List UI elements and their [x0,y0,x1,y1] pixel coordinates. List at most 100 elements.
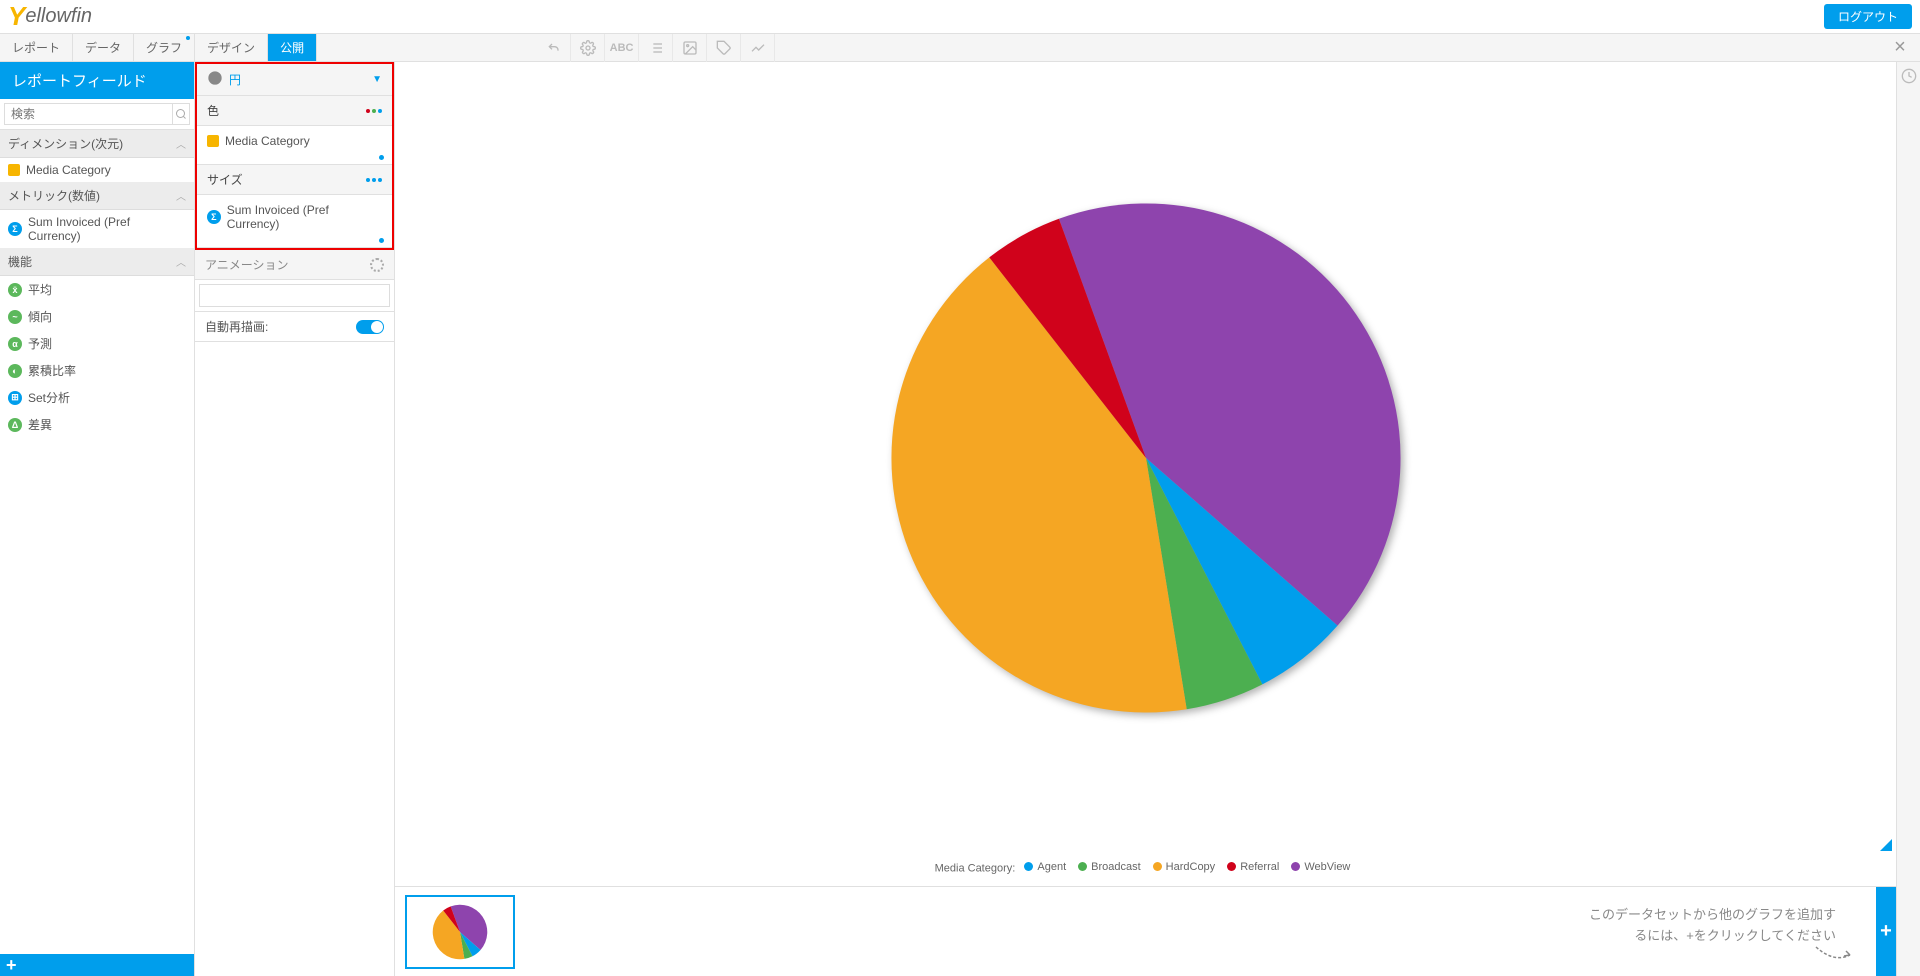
topbar: Yellowfin ログアウト [0,0,1920,33]
color-section-header[interactable]: 色 [197,96,392,126]
slot-indicator-icon [379,238,384,243]
add-field-button[interactable]: + [6,955,17,976]
sigma-icon: Σ [8,222,22,236]
tab-graph[interactable]: グラフ [134,34,195,61]
sidebar-footer: + [0,954,194,976]
func-trend[interactable]: ~傾向 [0,303,194,330]
chart-legend: Media Category: Agent Broadcast HardCopy Re… [395,855,1896,887]
legend-swatch [1291,862,1300,871]
chart-zone [395,62,1896,855]
pie-thumbnail-svg [430,902,490,962]
sidebar-left: レポートフィールド ディメンション(次元)︿ Media Category メト… [0,62,195,976]
legend-text: HardCopy [1166,861,1216,873]
animation-input-wrap [195,280,394,312]
cumratio-icon: ◐ [8,364,22,378]
func-average[interactable]: x̄平均 [0,276,194,303]
spinner-icon [370,258,384,272]
close-icon[interactable]: × [1880,34,1920,61]
trend-icon: ~ [8,310,22,324]
chevron-up-icon: ︿ [176,188,186,203]
brand-y: Y [8,1,25,32]
config-highlight: 円 ▼ 色 Media Category サイズ Σ Sum Invoiced … [195,62,394,250]
field-media-category[interactable]: Media Category [0,158,194,182]
legend-item[interactable]: Referral [1227,861,1279,873]
legend-text: WebView [1304,861,1350,873]
text-icon[interactable]: ABC [605,34,639,62]
tag-icon[interactable] [707,34,741,62]
legend-text: Referral [1240,861,1279,873]
chevron-down-icon: ▼ [372,74,382,85]
legend-label: Media Category: [935,862,1019,874]
image-icon[interactable] [673,34,707,62]
legend-item[interactable]: HardCopy [1153,861,1216,873]
brand-logo: Yellowfin [8,1,92,32]
add-chart-button[interactable]: + [1876,887,1896,976]
legend-swatch [1227,862,1236,871]
more-dots-icon [366,178,382,182]
chevron-up-icon: ︿ [176,136,186,151]
auto-redraw-toggle[interactable] [356,320,384,334]
auto-redraw-row: 自動再描画: [195,312,394,342]
size-section-header[interactable]: サイズ [197,165,392,195]
color-field-slot[interactable]: Media Category [197,126,392,165]
legend-item[interactable]: Agent [1024,861,1066,873]
search-icon[interactable] [173,103,190,125]
func-cumulative-ratio[interactable]: ◐累積比率 [0,357,194,384]
legend-text: Broadcast [1091,861,1141,873]
clock-icon[interactable] [1901,68,1917,87]
avg-icon: x̄ [8,283,22,297]
func-variance[interactable]: Δ差異 [0,411,194,438]
func-forecast[interactable]: α予測 [0,330,194,357]
chart-thumbnail[interactable] [405,895,515,969]
set-icon: ⊞ [8,391,22,405]
resize-handle[interactable] [1880,839,1892,851]
search-input[interactable] [4,103,173,125]
main-tabs: レポート データ グラフ デザイン 公開 [0,34,317,61]
hint-arrow-icon [1814,945,1854,965]
canvas-area: Media Category: Agent Broadcast HardCopy Re… [395,62,1896,976]
chevron-up-icon: ︿ [176,254,186,269]
pie-icon [207,70,223,89]
animation-header[interactable]: アニメーション [195,250,394,280]
function-header[interactable]: 機能︿ [0,248,194,276]
dimension-icon [207,135,219,147]
search-box [0,99,194,130]
pie-chart [866,178,1426,738]
undo-icon[interactable] [537,34,571,62]
color-dots-icon [366,109,382,113]
logout-button[interactable]: ログアウト [1824,4,1912,29]
right-rail [1896,62,1920,976]
legend-swatch [1078,862,1087,871]
add-chart-hint: このデータセットから他のグラフを追加す るには、+をクリックしてください [1589,905,1836,947]
size-field-slot[interactable]: Σ Sum Invoiced (Pref Currency) [197,195,392,248]
chart-icon[interactable] [741,34,775,62]
animation-input[interactable] [199,284,390,307]
field-sum-invoiced[interactable]: ΣSum Invoiced (Pref Currency) [0,210,194,248]
legend-text: Agent [1037,861,1066,873]
report-fields-title: レポートフィールド [0,62,194,99]
sigma-icon: Σ [207,210,221,224]
forecast-icon: α [8,337,22,351]
metric-header[interactable]: メトリック(数値)︿ [0,182,194,210]
legend-swatch [1024,862,1033,871]
chart-type-selector[interactable]: 円 ▼ [197,64,392,96]
config-panel: 円 ▼ 色 Media Category サイズ Σ Sum Invoiced … [195,62,395,976]
tab-data[interactable]: データ [73,34,134,61]
tab-bar: レポート データ グラフ デザイン 公開 ABC × [0,33,1920,62]
thumbnail-bar: このデータセットから他のグラフを追加す るには、+をクリックしてください + [395,886,1896,976]
toolbar: ABC [537,34,775,61]
dimension-icon [8,164,20,176]
variance-icon: Δ [8,418,22,432]
slot-indicator-icon [379,155,384,160]
tab-report[interactable]: レポート [0,34,73,61]
dimension-header[interactable]: ディメンション(次元)︿ [0,130,194,158]
legend-swatch [1153,862,1162,871]
settings-icon[interactable] [571,34,605,62]
main-area: レポートフィールド ディメンション(次元)︿ Media Category メト… [0,62,1920,976]
list-icon[interactable] [639,34,673,62]
func-set-analysis[interactable]: ⊞Set分析 [0,384,194,411]
legend-item[interactable]: Broadcast [1078,861,1141,873]
tab-publish[interactable]: 公開 [268,34,317,61]
tab-design[interactable]: デザイン [195,34,268,61]
legend-item[interactable]: WebView [1291,861,1350,873]
